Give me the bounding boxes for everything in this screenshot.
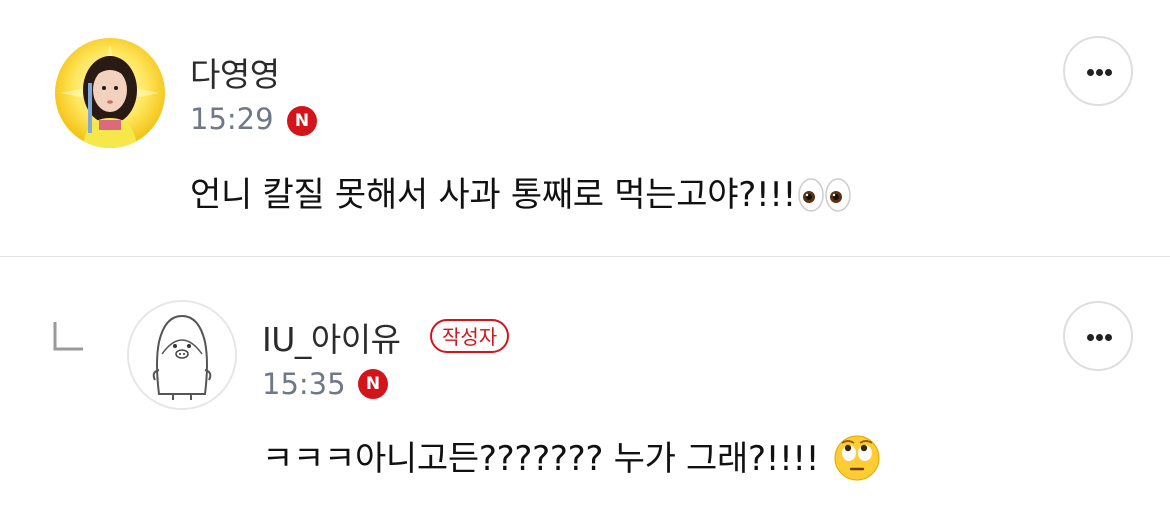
more-options-button[interactable] [1063,301,1133,371]
avatar[interactable] [55,38,165,148]
naver-badge: N [287,106,317,136]
comment-text-content: 언니 칼질 못해서 사과 통째로 먹는고야?!!! [190,175,796,215]
author-badge: 작성자 [430,319,510,353]
comment-author[interactable]: 다영영 [190,48,280,96]
more-dots-icon [1087,334,1094,341]
eyes-emoji-icon [798,178,852,221]
more-dots-icon [1087,69,1094,76]
comment-item: 다영영 15:29 N 언니 칼질 못해서 사과 통째로 먹는고야?!!! [0,0,1170,256]
comment-timestamp: 15:29 [190,102,274,136]
avatar[interactable] [127,300,237,410]
comment-text: 언니 칼질 못해서 사과 통째로 먹는고야?!!! [190,167,852,221]
comment-text: ㅋㅋㅋ아니고든??????? 누가 그래?!!!! [262,431,881,491]
reply-arrow-icon [53,322,83,351]
comment-text-content: ㅋㅋㅋ아니고든??????? 누가 그래?!!!! [262,439,820,479]
comment-author[interactable]: IU_아이유 [262,313,401,361]
face-with-rolling-eyes-emoji-icon [833,434,881,491]
comment-timestamp: 15:35 [262,367,346,401]
more-options-button[interactable] [1063,36,1133,106]
reply-comment-item: IU_아이유 작성자 15:35 N ㅋㅋㅋ아니고든??????? 누가 그래?… [0,257,1170,520]
naver-badge: N [358,369,388,399]
